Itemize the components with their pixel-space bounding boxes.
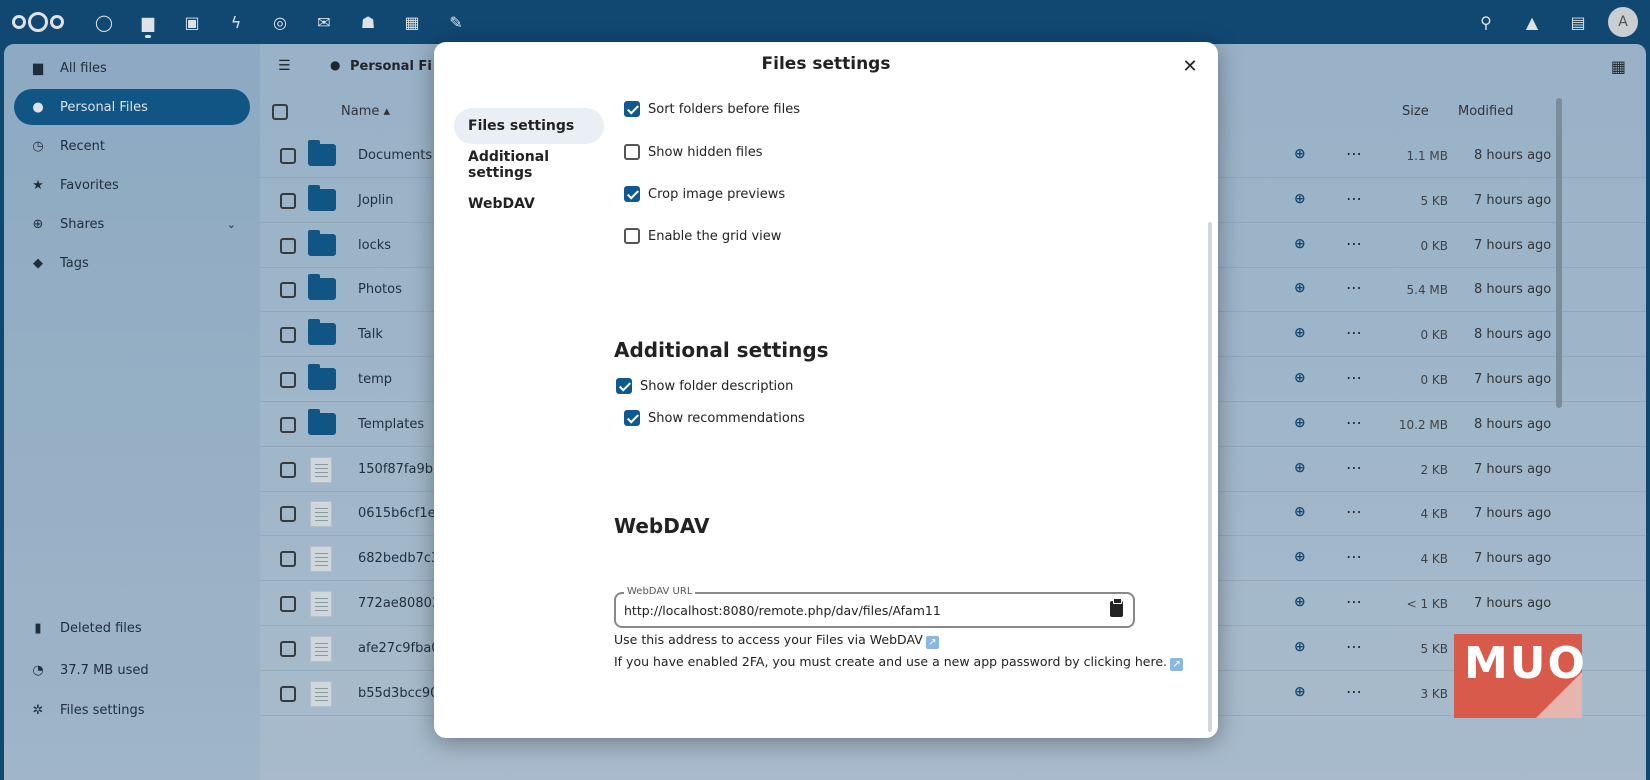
external-link-icon[interactable]: ↗ [925,636,939,649]
muo-watermark: MUO [1454,634,1585,718]
checkbox-label: Show hidden files [648,144,763,160]
grid-view-checkbox[interactable]: Enable the grid view [624,228,781,244]
checkbox[interactable] [624,101,640,117]
watermark-corner [1536,672,1582,718]
checkbox[interactable] [624,410,640,426]
webdav-heading: WebDAV [614,514,710,538]
webdav-url-value[interactable]: http://localhost:8080/remote.php/dav/fil… [624,603,941,618]
app-password-help-text[interactable]: If you have enabled 2FA, you must create… [614,654,1184,671]
app-password-help-label: If you have enabled 2FA, you must create… [614,654,1168,669]
additional-settings-heading: Additional settings [614,338,829,362]
files-settings-modal: Files settings ✕ Files settings Addition… [434,42,1218,738]
checkbox-label: Show folder description [640,378,794,394]
webdav-url-field[interactable]: WebDAV URL http://localhost:8080/remote.… [614,586,1135,628]
checkbox-label: Crop image previews [648,186,786,202]
sort-folders-checkbox[interactable]: Sort folders before files [624,101,800,117]
webdav-help-label: Use this address to access your Files vi… [614,632,923,647]
checkbox-label: Sort folders before files [648,101,800,117]
webdav-url-legend: WebDAV URL [624,586,696,597]
checkbox[interactable] [624,228,640,244]
show-hidden-files-checkbox[interactable]: Show hidden files [624,144,763,160]
show-recommendations-checkbox[interactable]: Show recommendations [624,410,805,426]
crop-image-previews-checkbox[interactable]: Crop image previews [624,186,785,202]
external-link-icon[interactable]: ↗ [1170,658,1184,671]
checkbox[interactable] [624,144,640,160]
webdav-help-text[interactable]: Use this address to access your Files vi… [614,632,939,649]
checkbox-label: Show recommendations [648,410,805,426]
clipboard-icon[interactable] [1110,598,1123,617]
modal-body: Sort folders before files Show hidden fi… [434,42,1218,738]
show-folder-description-checkbox[interactable]: Show folder description [616,378,793,394]
checkbox-label: Enable the grid view [648,228,782,244]
modal-scrollbar[interactable] [1208,222,1212,732]
checkbox[interactable] [616,378,632,394]
checkbox[interactable] [624,186,640,202]
